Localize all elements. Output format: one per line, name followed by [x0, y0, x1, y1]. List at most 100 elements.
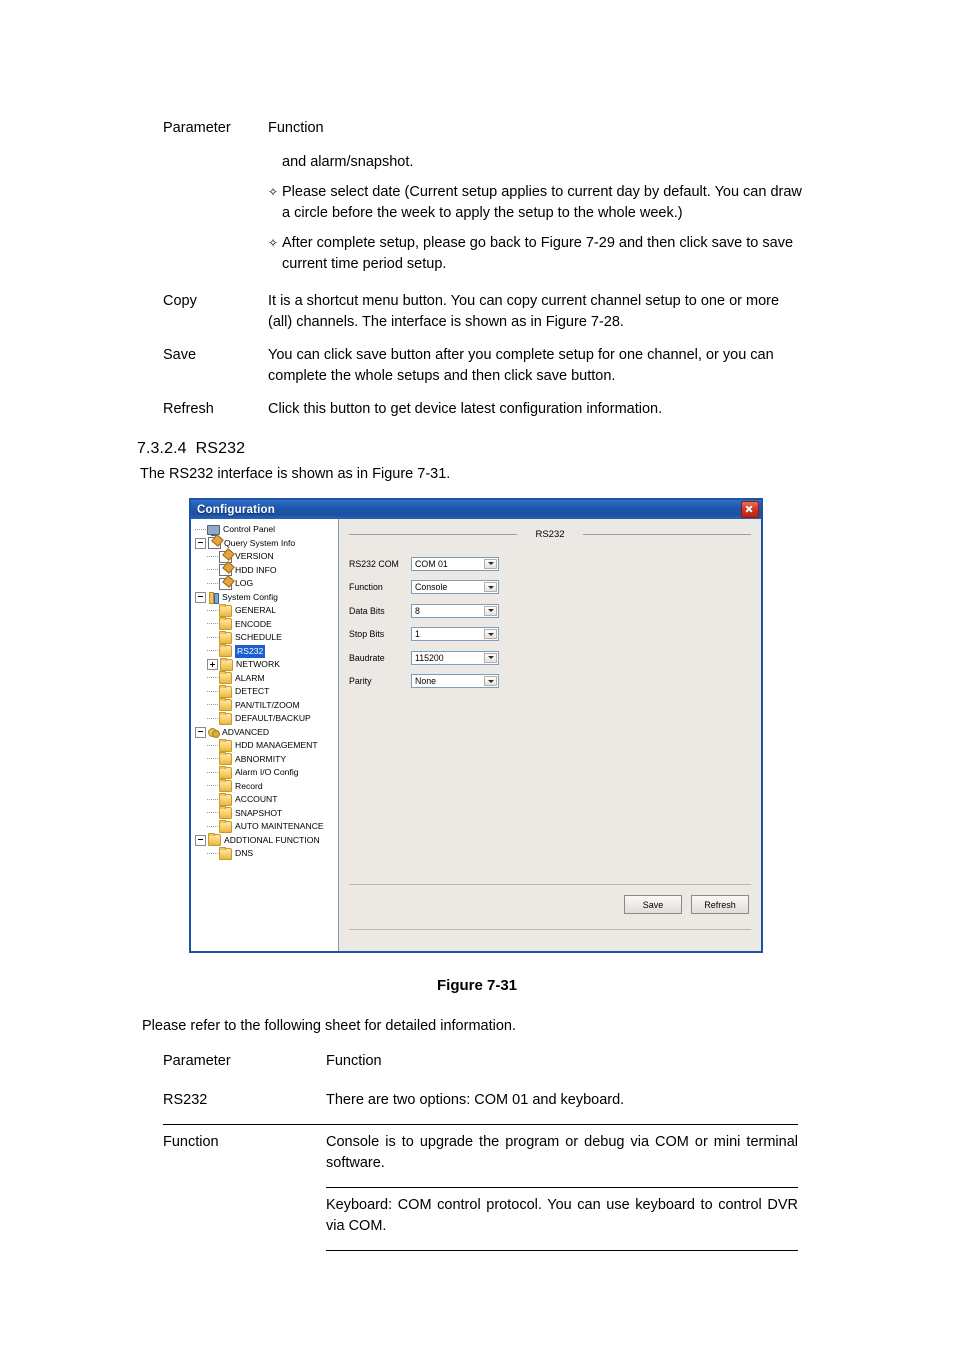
tree-item-rs232[interactable]: RS232 [193, 644, 338, 658]
tree-item-hdd-info[interactable]: HDD INFO [193, 564, 338, 578]
folder-icon [219, 671, 232, 685]
bullet-item: ✧ Please select date (Current setup appl… [268, 182, 803, 223]
diamond-bullet-icon: ✧ [268, 185, 279, 199]
collapse-icon[interactable] [195, 834, 206, 846]
tree-item-label: ABNORMITY [235, 753, 287, 764]
select-parity[interactable]: None [411, 674, 499, 689]
field-label-parity: Parity [349, 676, 372, 687]
collapse-icon[interactable] [195, 537, 206, 549]
tree-item-label: DEFAULT/BACKUP [235, 713, 311, 723]
configuration-dialog: Configuration Control Panel Query System … [189, 498, 763, 953]
chevron-down-icon[interactable] [484, 652, 497, 663]
tree-item-label: ENCODE [235, 618, 272, 629]
function-cell-extra: Keyboard: COM control protocol. You can … [326, 1197, 798, 1234]
parameter-function-table-bottom: Parameter Function RS232 There are two o… [163, 1044, 798, 1251]
tree-item-addtional-function[interactable]: ADDTIONAL FUNCTION [193, 833, 338, 848]
tree-item-auto-maintenance[interactable]: AUTO MAINTENANCE [193, 819, 338, 834]
select-stop-bits[interactable]: 1 [411, 627, 499, 642]
tree-item-system-config[interactable]: System Config [193, 591, 338, 605]
tree-connector [207, 609, 218, 612]
tree-item-account[interactable]: ACCOUNT [193, 792, 338, 807]
rs232-form: RS232 COM COM 01 Function Console Data Bits 8… [349, 552, 499, 693]
select-baudrate[interactable]: 115200 [411, 650, 499, 665]
close-icon[interactable] [741, 501, 759, 518]
tree-item-encode[interactable]: ENCODE [193, 617, 338, 632]
field-label-function: Function [349, 582, 383, 593]
tree-item-label: GENERAL [235, 605, 277, 615]
field-label-rs232-com: RS232 COM [349, 558, 399, 569]
note-icon [219, 577, 232, 590]
tree-item-alarm-i-o-config[interactable]: Alarm I/O Config [193, 765, 338, 780]
tree-item-detect[interactable]: DETECT [193, 684, 338, 699]
folder-icon [219, 644, 232, 658]
tree-item-network[interactable]: NETWORK [193, 657, 338, 672]
column-header-parameter: Parameter [163, 1053, 231, 1069]
manual-page: Parameter Function and alarm/snapshot. ✧… [0, 0, 954, 1350]
folder-icon [219, 819, 232, 833]
tree-item-record[interactable]: Record [193, 779, 338, 794]
gears-icon [208, 727, 220, 739]
chevron-down-icon[interactable] [484, 605, 497, 616]
tree-connector [207, 582, 218, 585]
tree-item-label: ALARM [235, 672, 265, 683]
chevron-down-icon[interactable] [484, 582, 497, 593]
tree-item-label: HDD MANAGEMENT [235, 740, 318, 750]
function-cell: Console is to upgrade the program or deb… [326, 1134, 798, 1171]
chevron-down-icon[interactable] [484, 558, 497, 569]
refer-text: Please refer to the following sheet for … [142, 1018, 516, 1034]
tree-item-general[interactable]: GENERAL [193, 603, 338, 618]
form-row-data-bits: Data Bits 8 [349, 599, 499, 623]
tree-item-dns[interactable]: DNS [193, 846, 338, 861]
tree-item-version[interactable]: VERSION [193, 550, 338, 564]
figure-caption: Figure 7-31 [436, 977, 518, 994]
collapse-icon[interactable] [195, 726, 206, 738]
tree-item-snapshot[interactable]: SNAPSHOT [193, 806, 338, 821]
select-data-bits[interactable]: 8 [411, 603, 499, 618]
tree-item-log[interactable]: LOG [193, 577, 338, 591]
chevron-down-icon[interactable] [484, 676, 497, 687]
tree-item-label: DETECT [235, 686, 270, 696]
tree-item-default-backup[interactable]: DEFAULT/BACKUP [193, 711, 338, 726]
tree-item-hdd-management[interactable]: HDD MANAGEMENT [193, 738, 338, 753]
tree-item-control-panel[interactable]: Control Panel [193, 523, 338, 537]
folder-icon [219, 846, 232, 860]
tree-item-advanced[interactable]: ADVANCED [193, 726, 338, 740]
folder-icon [219, 684, 232, 698]
tree-item-schedule[interactable]: SCHEDULE [193, 630, 338, 645]
tree-item-query-system-info[interactable]: Query System Info [193, 537, 338, 551]
tree-item-label: DNS [235, 848, 254, 858]
continued-text: and alarm/snapshot. [282, 153, 414, 170]
tree-item-label: NETWORK [236, 659, 280, 669]
refresh-button[interactable]: Refresh [691, 895, 749, 914]
tree-item-pan-tilt-zoom[interactable]: PAN/TILT/ZOOM [193, 698, 338, 713]
folder-icon [219, 603, 232, 617]
tree-connector [207, 623, 218, 625]
tree-connector [207, 758, 218, 760]
table-row-continued: and alarm/snapshot. ✧ Please select date… [163, 152, 803, 275]
tree-item-alarm[interactable]: ALARM [193, 671, 338, 686]
expand-icon[interactable] [207, 659, 218, 671]
tree-item-abnormity[interactable]: ABNORMITY [193, 752, 338, 767]
column-header-function: Function [326, 1053, 382, 1069]
monitor-icon [207, 524, 220, 536]
tree-connector [207, 677, 218, 679]
save-button[interactable]: Save [624, 895, 682, 914]
tree-connector [207, 852, 218, 855]
tree-item-label: ADVANCED [222, 726, 270, 737]
tree-connector [207, 704, 218, 706]
select-rs232-com[interactable]: COM 01 [411, 556, 499, 571]
section-heading: 7.3.2.4 RS232 [137, 438, 245, 459]
tree-item-label: VERSION [235, 551, 274, 561]
tree-item-label: ADDTIONAL FUNCTION [224, 834, 320, 845]
chevron-down-icon[interactable] [484, 629, 497, 640]
collapse-icon[interactable] [195, 591, 206, 603]
function-cell: There are two options: COM 01 and keyboa… [326, 1091, 625, 1108]
bullet-text: Please select date (Current setup applie… [282, 184, 802, 221]
folder-icon [219, 779, 232, 793]
folder-icon [219, 630, 232, 644]
folder-icon [220, 657, 233, 671]
navigation-tree[interactable]: Control Panel Query System Info VERSION HDD… [191, 519, 339, 951]
select-function[interactable]: Console [411, 580, 499, 595]
tree-connector [207, 771, 218, 774]
tree-item-label: SNAPSHOT [235, 807, 283, 818]
